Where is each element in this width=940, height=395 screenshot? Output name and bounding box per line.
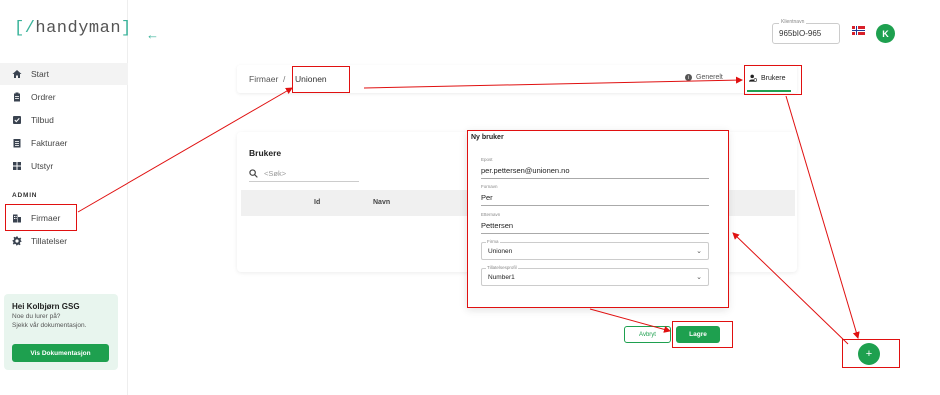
clipboard-icon: [12, 92, 22, 102]
logo-bracket-open: [/: [14, 19, 36, 38]
page: [/handyman] Start Ordrer Tilbud Fakturae…: [0, 0, 940, 395]
sidebar-item-tillatelser[interactable]: Tillatelser: [0, 230, 128, 252]
sidebar-item-label: Start: [31, 69, 49, 79]
last-name-label: Etternavn: [481, 212, 501, 217]
last-name-value: Pettersen: [481, 221, 514, 230]
active-tab-indicator: [747, 90, 791, 92]
avatar[interactable]: K: [876, 24, 895, 43]
sidebar-item-firmaer[interactable]: Firmaer: [0, 207, 128, 229]
breadcrumb-current: Unionen: [295, 74, 327, 84]
sidebar-item-utstyr[interactable]: Utstyr: [0, 155, 128, 177]
chevron-down-icon: ⌄: [696, 248, 702, 255]
permission-profile-value: Number1: [488, 274, 515, 281]
home-icon: [12, 69, 22, 79]
company-select[interactable]: Firma Unionen ⌄: [481, 239, 709, 260]
client-name-field[interactable]: Klientnavn 965bIO-965: [772, 19, 840, 44]
company-label: Firma: [486, 239, 500, 244]
sidebar-item-label: Utstyr: [31, 161, 54, 171]
sidebar-item-fakturaer[interactable]: Fakturaer: [0, 132, 128, 154]
sidebar-item-label: Fakturaer: [31, 138, 68, 148]
invoice-icon: [12, 138, 22, 148]
info-icon: i: [685, 74, 692, 81]
norway-flag-icon[interactable]: [852, 26, 865, 35]
cancel-button[interactable]: Avbryt: [624, 326, 671, 343]
sidebar-item-label: Tillatelser: [31, 236, 68, 246]
logo-text: handyman: [35, 19, 122, 38]
tab-general-label: Generelt: [696, 74, 723, 81]
search-input[interactable]: <Søk>: [249, 166, 359, 182]
sidebar-item-label: Ordrer: [31, 92, 56, 102]
breadcrumb: Firmaer / Unionen i Generelt Brukere: [237, 65, 797, 93]
chevron-down-icon: ⌄: [696, 274, 702, 281]
permission-profile-label: Tillatelsesprofil: [486, 265, 518, 270]
breadcrumb-firmaer[interactable]: Firmaer: [249, 74, 278, 84]
email-value: per.pettersen@unionen.no: [481, 166, 570, 175]
tab-general[interactable]: i Generelt: [685, 74, 723, 81]
company-value: Unionen: [488, 248, 513, 255]
first-name-field[interactable]: Fornavn Per: [481, 184, 709, 206]
email-field[interactable]: Epost per.pettersen@unionen.no: [481, 157, 709, 179]
column-header-name[interactable]: Navn: [373, 199, 390, 206]
help-box: Hei Kolbjørn GSG Noe du lurer på? Sjekk …: [4, 294, 118, 370]
help-line-2: Sjekk vår dokumentasjon.: [12, 322, 87, 329]
permission-profile-select[interactable]: Tillatelsesprofil Number1 ⌄: [481, 265, 709, 286]
breadcrumb-separator: /: [283, 74, 286, 84]
add-user-button[interactable]: +: [858, 343, 880, 365]
logo-bracket-close: ]: [121, 19, 132, 38]
dialog-title: Ny bruker: [471, 134, 504, 141]
column-header-id[interactable]: Id: [314, 199, 320, 206]
new-user-dialog: Ny bruker Epost per.pettersen@unionen.no…: [467, 130, 728, 308]
save-button[interactable]: Lagre: [676, 326, 720, 343]
grid-icon: [12, 161, 22, 171]
sidebar-item-label: Firmaer: [31, 213, 61, 223]
sidebar-item-label: Tilbud: [31, 115, 54, 125]
client-name-value: 965bIO-965: [779, 29, 822, 38]
email-label: Epost: [481, 157, 493, 162]
last-name-field[interactable]: Etternavn Pettersen: [481, 212, 709, 234]
admin-section-label: ADMIN: [12, 192, 38, 199]
search-icon: [249, 169, 258, 178]
users-card-title: Brukere: [249, 148, 282, 158]
sidebar-item-start[interactable]: Start: [0, 63, 128, 85]
client-name-label: Klientnavn: [779, 19, 807, 25]
help-line-1: Noe du lurer på?: [12, 313, 61, 320]
building-icon: [12, 213, 22, 223]
sidebar-item-tilbud[interactable]: Tilbud: [0, 109, 128, 131]
first-name-label: Fornavn: [481, 184, 498, 189]
gear-icon: [12, 236, 22, 246]
tab-users[interactable]: Brukere: [749, 74, 786, 82]
first-name-value: Per: [481, 193, 493, 202]
back-arrow-icon[interactable]: ←: [146, 27, 159, 42]
sidebar-item-ordrer[interactable]: Ordrer: [0, 86, 128, 108]
help-title: Hei Kolbjørn GSG: [12, 302, 80, 311]
app-logo[interactable]: [/handyman]: [14, 19, 132, 38]
sidebar: [/handyman] Start Ordrer Tilbud Fakturae…: [0, 0, 131, 395]
show-documentation-button[interactable]: Vis Dokumentasjon: [12, 344, 109, 362]
search-placeholder: <Søk>: [264, 169, 287, 178]
tab-users-label: Brukere: [761, 74, 786, 82]
user-settings-icon: [749, 74, 757, 82]
checkbox-icon: [12, 115, 22, 125]
